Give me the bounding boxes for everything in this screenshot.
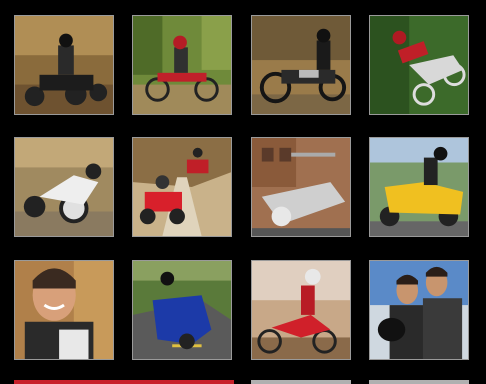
gallery-tile-atv-rider[interactable] <box>14 15 114 115</box>
gallery-tile-motocross-jump[interactable] <box>369 15 469 115</box>
cruiser-rider-photo <box>252 16 350 114</box>
gallery-tile-chrome-cruiser[interactable] <box>251 137 351 237</box>
motocross-forest-photo <box>133 16 231 114</box>
atv-rider-photo <box>15 16 113 114</box>
gallery-tile-partial-2[interactable] <box>369 380 469 384</box>
two-riders-photo <box>370 261 468 359</box>
atv-trail-photo <box>133 138 231 236</box>
photo-gallery-grid <box>0 0 486 384</box>
gallery-tile-atv-trail[interactable] <box>132 137 232 237</box>
yellow-touring-photo <box>370 138 468 236</box>
gallery-tile-smiling-rider[interactable] <box>14 260 114 360</box>
gallery-tile-partial-1[interactable] <box>251 380 351 384</box>
motocross-jump-photo <box>370 16 468 114</box>
sport-bike-photo <box>15 138 113 236</box>
gallery-tile-two-riders[interactable] <box>369 260 469 360</box>
gallery-banner-red[interactable] <box>14 380 234 384</box>
gallery-tile-blue-touring[interactable] <box>132 260 232 360</box>
gallery-tile-sport-bike[interactable] <box>14 137 114 237</box>
gallery-tile-cruiser-rider[interactable] <box>251 15 351 115</box>
gallery-tile-motocross-forest[interactable] <box>132 15 232 115</box>
gallery-tile-yellow-touring[interactable] <box>369 137 469 237</box>
blue-touring-photo <box>133 261 231 359</box>
chrome-cruiser-photo <box>252 138 350 236</box>
gallery-tile-dirt-bike[interactable] <box>251 260 351 360</box>
dirt-bike-photo <box>252 261 350 359</box>
smiling-rider-photo <box>15 261 113 359</box>
